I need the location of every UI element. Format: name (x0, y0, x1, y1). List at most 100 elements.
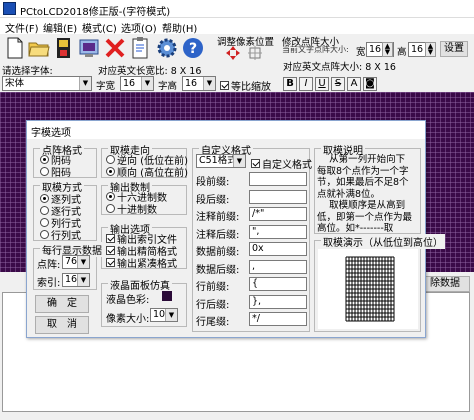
delete-icon[interactable] (103, 36, 127, 60)
proportional-scale-checkbox[interactable] (220, 81, 229, 90)
save-icon[interactable] (52, 36, 76, 60)
invert-button[interactable]: ◙ (363, 77, 377, 91)
open-folder-icon[interactable] (27, 36, 51, 60)
chevron-down-icon[interactable]: ▼ (141, 77, 153, 90)
bold-button[interactable]: B (283, 77, 297, 91)
english-ratio-label: 对应英文长宽比: 8 X 16 (98, 66, 202, 77)
scan-direction-group: 取模走向 逆向 (低位在前) 顺向 (高位在前) (101, 142, 188, 179)
chevron-down-icon[interactable]: ▼ (203, 77, 215, 90)
lcd-sim-label: 液晶面板仿真 (108, 277, 172, 292)
char-width-value: 16 (123, 78, 136, 89)
set-size-button[interactable]: 设置 (440, 41, 468, 57)
current-size-hint: 当前文字点阵大小: (282, 45, 349, 54)
height-spinner[interactable]: ▲ ▼ (425, 42, 436, 57)
menu-file[interactable]: 文件(F) (5, 20, 39, 35)
output-base-option-1[interactable]: 十进制数 (106, 201, 157, 216)
output-option-2[interactable]: 输出紧凑格式 (106, 255, 177, 270)
radio-icon[interactable] (40, 206, 49, 215)
help-icon[interactable]: ? (181, 36, 205, 60)
mode-option-3[interactable]: 行列式 (40, 227, 81, 242)
dot-format-option-1[interactable]: 阳码 (40, 164, 71, 179)
custom-field-input[interactable]: 0x (249, 242, 307, 256)
lcd-color-swatch[interactable] (162, 291, 172, 301)
chevron-down-icon[interactable]: ▼ (79, 77, 91, 90)
index-per-line-label: 索引: (37, 278, 61, 289)
move-arrows-icon[interactable] (226, 46, 240, 60)
radio-icon[interactable] (40, 167, 49, 176)
chevron-down-icon[interactable]: ▼ (165, 309, 177, 321)
radio-selected-icon[interactable] (40, 194, 49, 203)
chevron-down-icon[interactable]: ▼ (233, 155, 245, 167)
chevron-down-icon[interactable]: ▼ (77, 274, 89, 286)
ok-button[interactable]: 确 定 (35, 295, 89, 313)
char-height-label: 字高 (158, 81, 178, 92)
center-icon[interactable] (248, 46, 262, 60)
cancel-button[interactable]: 取 消 (35, 316, 89, 334)
scan-direction-option-1[interactable]: 顺向 (高位在前) (106, 164, 188, 179)
strikeout-button[interactable]: S (331, 77, 345, 91)
menu-edit[interactable]: 编辑(E) (43, 20, 77, 35)
menu-help[interactable]: 帮助(H) (162, 20, 197, 35)
custom-format-option[interactable]: 自定义格式 (251, 156, 312, 171)
char-width-select[interactable]: 16 ▼ (120, 76, 154, 91)
menu-options[interactable]: 选项(O) (121, 20, 157, 35)
demo-group: 取模演示（从低位到高位） (314, 234, 445, 332)
custom-field-input[interactable]: , (249, 259, 307, 274)
radio-icon[interactable] (106, 204, 115, 213)
pixel-size-select[interactable]: 10 ▼ (150, 308, 178, 322)
custom-field-label: 行后缀: (196, 299, 230, 311)
checkbox-checked-icon[interactable] (106, 246, 115, 255)
chevron-down-icon[interactable]: ▼ (77, 256, 89, 268)
font-select[interactable]: 宋体 ▼ (2, 76, 92, 91)
font-color-button[interactable]: A (347, 77, 361, 91)
custom-field-label: 段后缀: (196, 194, 230, 206)
output-base-group: 输出数制 十六进制数 十进制数 (101, 179, 187, 216)
char-height-select[interactable]: 16 ▼ (182, 76, 216, 91)
checkbox-checked-icon[interactable] (106, 234, 115, 243)
dots-per-line-select[interactable]: 76 ▼ (62, 255, 90, 269)
format-type-select[interactable]: C51格式 ▼ (196, 154, 246, 168)
index-per-line-select[interactable]: 16 ▼ (62, 273, 90, 287)
custom-field-input[interactable] (249, 172, 307, 186)
radio-icon[interactable] (106, 155, 115, 164)
option-label: 十进制数 (117, 205, 157, 216)
index-per-line-value: 16 (65, 274, 78, 285)
custom-field-input[interactable]: */ (249, 312, 307, 326)
option-label: 行列式 (51, 231, 81, 242)
width-spinner[interactable]: ▲ ▼ (382, 42, 393, 57)
lcd-color-label: 液晶色彩: (106, 295, 150, 306)
checkbox-checked-icon[interactable] (251, 159, 260, 168)
new-file-icon[interactable] (3, 36, 27, 60)
custom-field-input[interactable]: }, (249, 294, 307, 309)
proportional-scale-option[interactable]: 等比缩放 (220, 78, 271, 93)
gear-icon[interactable] (155, 36, 179, 60)
choose-font-label: 请选择字体: (2, 66, 53, 77)
output-options-group: 输出选项 输出索引文件 输出精简格式 输出紧凑格式 (101, 221, 187, 270)
custom-field-input[interactable]: { (249, 277, 307, 291)
radio-icon[interactable] (40, 218, 49, 227)
radio-selected-icon[interactable] (40, 155, 49, 164)
title-bar: PCtoLCD2018修正版-(字符模式) (0, 0, 474, 18)
custom-format-group: 自定义格式 C51格式 ▼ 自定义格式 段前缀: 段后缀: 注释前缀:/*" 注释后缀:… (192, 142, 312, 332)
export-icon[interactable] (77, 36, 101, 60)
custom-field-input[interactable] (249, 189, 307, 204)
clear-data-button[interactable]: 除数据 (420, 276, 470, 292)
radio-selected-icon[interactable] (106, 192, 115, 201)
height-label: 高 (397, 47, 407, 58)
menu-mode[interactable]: 模式(C) (82, 20, 117, 35)
underline-button[interactable]: U (315, 77, 329, 91)
clipboard-icon[interactable] (128, 36, 152, 60)
italic-button[interactable]: I (299, 77, 313, 91)
proportional-scale-label: 等比缩放 (231, 82, 271, 93)
custom-field-label: 行前缀: (196, 282, 230, 293)
radio-icon[interactable] (40, 230, 49, 239)
window-title: PCtoLCD2018修正版-(字符模式) (20, 7, 171, 18)
custom-field-input[interactable]: /*" (249, 207, 307, 221)
custom-field-input[interactable]: ", (249, 224, 307, 239)
pixel-size-label: 像素大小: (106, 314, 150, 325)
english-dot-size-label: 对应英文点阵大小: 8 X 16 (283, 62, 396, 73)
radio-selected-icon[interactable] (106, 167, 115, 176)
option-label: 输出紧凑格式 (117, 259, 177, 270)
custom-field-label: 注释前缀: (196, 212, 240, 223)
checkbox-checked-icon[interactable] (106, 258, 115, 267)
